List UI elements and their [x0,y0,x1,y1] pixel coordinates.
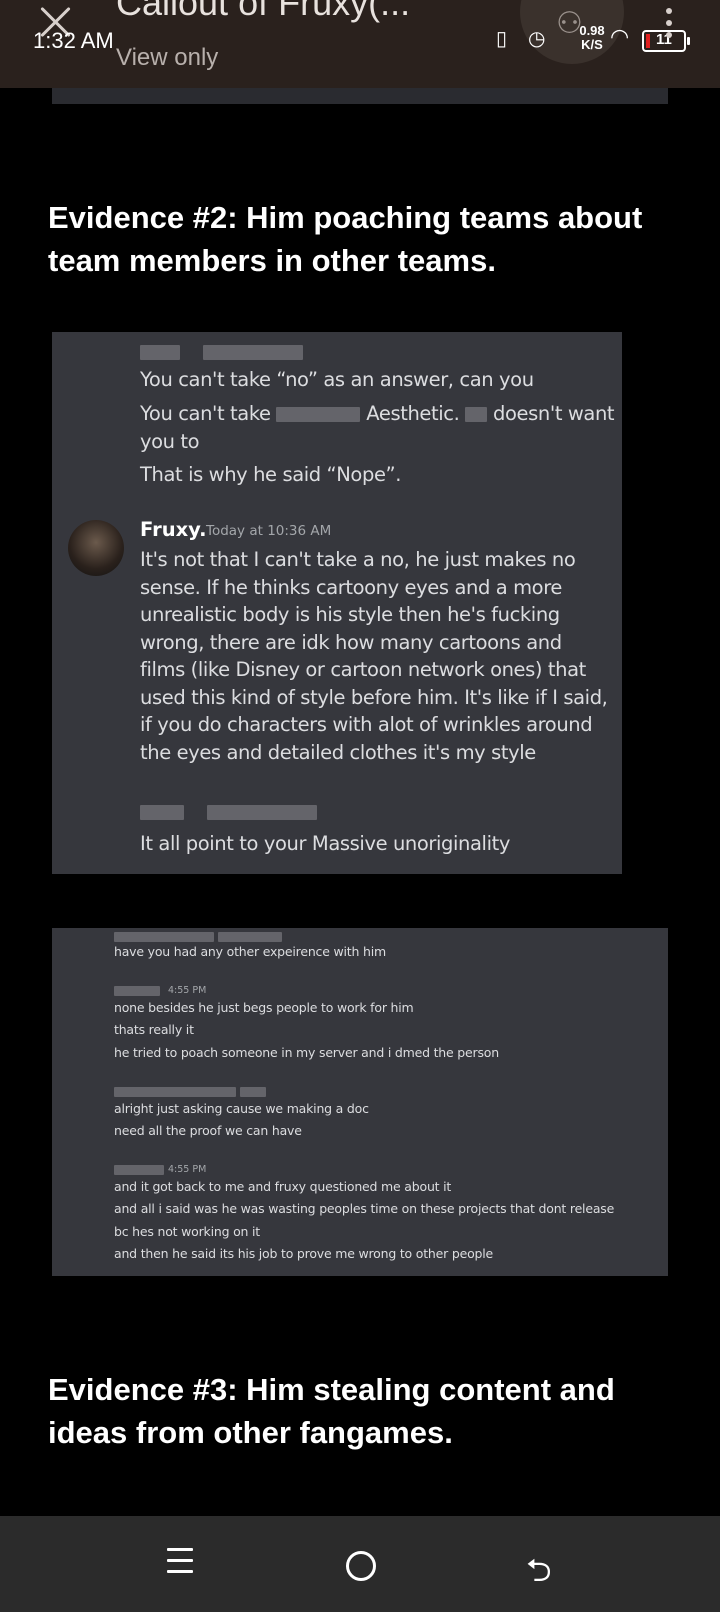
wifi-icon: ◠ [610,24,630,49]
message-line: That is why he said “Nope”. [140,463,402,486]
chat-line: and all i said was he was wasting people… [114,1201,615,1216]
more-icon[interactable] [666,8,672,44]
chat-timestamp: 4:55 PM [168,1164,207,1175]
previous-image-edge [52,88,668,104]
message-body: It's not that I can't take a no, he just… [140,548,608,764]
chat-line: and it got back to me and fruxy question… [114,1179,452,1194]
message-line: It all point to your Massive unoriginali… [140,832,510,855]
message-line: You can't take Aesthetic. doesn't want [140,402,615,425]
chat-line: he tried to poach someone in my server a… [114,1045,499,1060]
chat-line: need all the proof we can have [114,1123,302,1138]
chat-timestamp: 4:55 PM [168,985,207,996]
vibrate-icon: ▯ [496,28,508,50]
chat-line: bc hes not working on it [114,1224,260,1239]
view-only-label: View only [116,44,219,71]
home-icon[interactable] [346,1551,376,1581]
redacted-username [140,800,318,823]
chat-line: and then he said its his job to prove me… [114,1246,494,1261]
redacted-username [114,1161,164,1176]
status-time: 1:32 AM [33,28,114,53]
menu-icon[interactable] [167,1548,193,1581]
message-line: you to [140,430,200,453]
section-heading-evidence-2: Evidence #2: Him poaching teams about te… [48,200,643,278]
avatar [68,520,124,576]
redacted-username [114,1083,266,1098]
chat-line: none besides he just begs people to work… [114,1000,414,1015]
chat-line: thats really it [114,1022,194,1037]
redacted-username [114,982,160,997]
back-icon[interactable]: ⮌ [526,1548,552,1602]
document-title: Callout of Fruxy(... [116,0,411,23]
chat-line: alright just asking cause we making a do… [114,1101,369,1116]
battery-icon: 11 [642,30,690,52]
author-name: Fruxy. [140,518,207,541]
alarm-icon: ◷ [528,28,546,50]
net-speed: 0.98 K/S [579,23,605,52]
message-line: You can't take “no” as an answer, can yo… [140,368,534,391]
section-heading-evidence-3: Evidence #3: Him stealing content and id… [48,1372,615,1450]
redacted-username [140,340,304,363]
chat-line: have you had any other expeirence with h… [114,944,386,959]
message-timestamp: Today at 10:36 AM [206,523,332,539]
redacted-username [114,928,282,943]
